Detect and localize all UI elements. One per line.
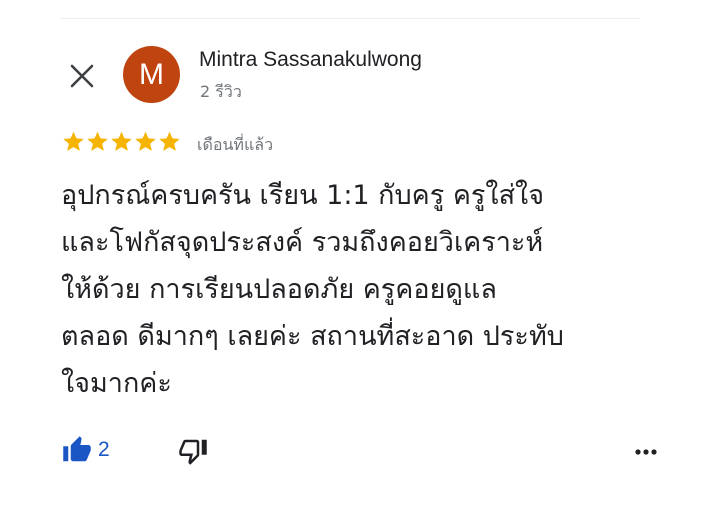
star-icon [87, 131, 108, 151]
more-icon [635, 449, 657, 455]
thumbs-down-icon [179, 439, 207, 465]
review-text: อุปกรณ์ครบครัน เรียน 1:1 กับครู ครูใส่ใจ… [61, 172, 681, 407]
star-icon [111, 131, 132, 151]
review-time: เดือนที่แล้ว [197, 135, 274, 154]
close-icon [70, 64, 94, 88]
review-line: อุปกรณ์ครบครัน เรียน 1:1 กับครู ครูใส่ใจ [61, 180, 545, 211]
review-line: ตลอด ดีมากๆ เลยค่ะ สถานที่สะอาด ประทับ [61, 321, 564, 352]
close-button[interactable] [62, 56, 102, 96]
star-icon [159, 131, 180, 151]
review-line: ใจมากค่ะ [61, 368, 172, 399]
avatar-initial: M [139, 57, 164, 91]
review-line: ให้ด้วย การเรียนปลอดภัย ครูคอยดูแล [61, 274, 497, 305]
thumbs-up-icon [63, 436, 91, 462]
star-icon [63, 131, 84, 151]
avatar[interactable]: M [123, 46, 180, 103]
reviewer-review-count: 2 รีวิว [200, 82, 242, 101]
like-count: 2 [98, 438, 110, 461]
star-icon [135, 131, 156, 151]
like-button[interactable]: 2 [62, 435, 110, 465]
top-divider [60, 18, 640, 19]
dislike-button[interactable] [178, 436, 208, 466]
more-options-button[interactable] [630, 440, 662, 464]
review-line: และโฟกัสจุดประสงค์ รวมถึงคอยวิเคราะห์ [61, 227, 544, 258]
reviewer-name[interactable]: Mintra Sassanakulwong [199, 48, 422, 72]
star-rating [62, 130, 181, 153]
